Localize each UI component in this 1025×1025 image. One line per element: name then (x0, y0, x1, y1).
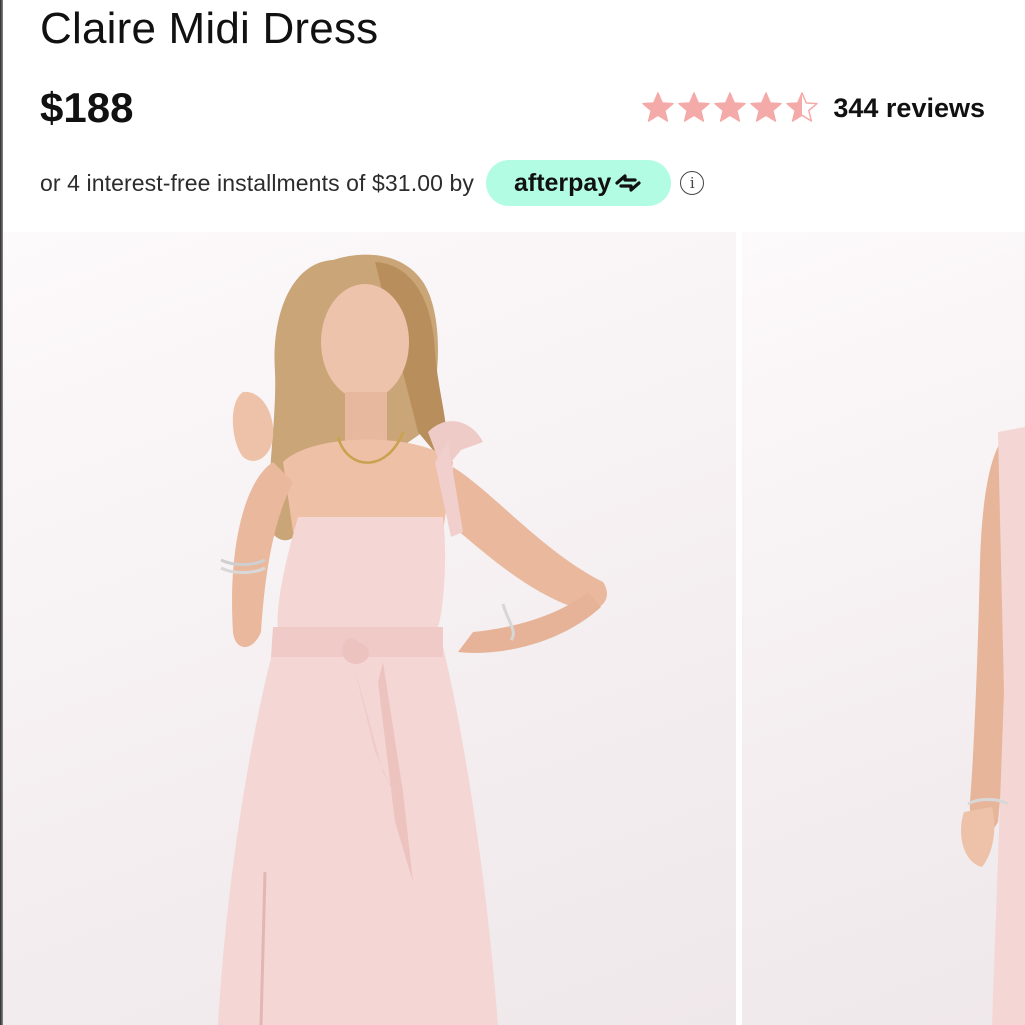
product-image-main[interactable] (3, 232, 736, 1025)
reviews-link[interactable]: 344 reviews (833, 93, 985, 124)
star-icon (642, 92, 675, 122)
product-title: Claire Midi Dress (40, 4, 379, 53)
afterpay-badge[interactable]: afterpay (485, 160, 672, 206)
afterpay-logo-icon (615, 174, 641, 192)
star-icon (714, 92, 747, 122)
model-photo-illustration-side (961, 427, 1025, 1025)
info-icon[interactable]: i (680, 171, 705, 195)
product-price: $188 (40, 84, 134, 131)
star-icon (786, 92, 819, 122)
model-photo-illustration (218, 254, 607, 1025)
installments-row: or 4 interest-free installments of $31.0… (40, 160, 705, 206)
product-image-next[interactable] (742, 232, 1025, 1025)
product-rating[interactable]: 344 reviews (641, 88, 985, 128)
star-icon (750, 92, 783, 122)
rating-stars (641, 91, 819, 125)
installment-text: or 4 interest-free installments of $31.0… (40, 169, 474, 196)
afterpay-label: afterpay (513, 168, 612, 197)
product-gallery[interactable] (3, 232, 1025, 1025)
star-icon (678, 92, 711, 122)
